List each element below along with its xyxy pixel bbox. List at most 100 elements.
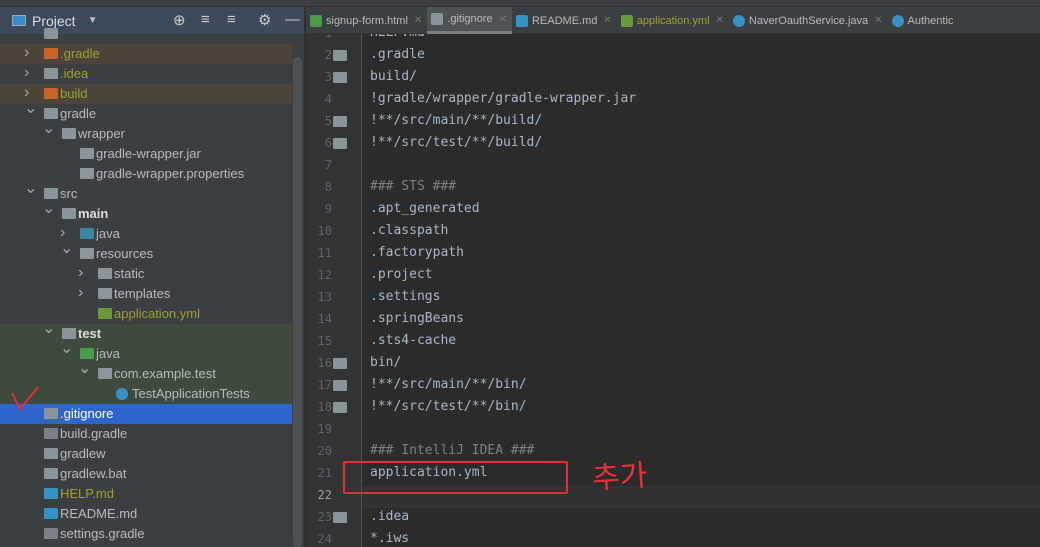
- chevron-down-icon[interactable]: ⌄: [24, 179, 37, 199]
- tree-item[interactable]: gradle-wrapper.jar: [0, 144, 292, 164]
- line-number: 19: [317, 422, 332, 436]
- chevron-down-icon[interactable]: ⌄: [42, 119, 55, 139]
- chevron-down-icon[interactable]: ⌄: [60, 339, 73, 359]
- line-number: 1: [306, 34, 332, 44]
- code-line: !**/src/main/**/bin/: [370, 377, 527, 392]
- spring-yml-icon: [620, 14, 633, 27]
- chevron-down-icon[interactable]: ⌄: [24, 99, 37, 119]
- folder-icon: [62, 128, 76, 139]
- tree-item[interactable]: build.gradle: [0, 424, 292, 444]
- tree-item-label: main: [78, 206, 109, 221]
- folder-icon: [44, 28, 58, 39]
- tree-item[interactable]: ⌄ main: [0, 200, 292, 224]
- class-icon: [116, 388, 128, 400]
- tree-item[interactable]: gradlew.bat: [0, 464, 292, 484]
- tree-item-label: static: [114, 266, 145, 281]
- tree-item[interactable]: › java: [0, 224, 292, 244]
- tree-scrollbar[interactable]: [293, 57, 302, 547]
- tree-item[interactable]: ⌄ test: [0, 320, 292, 344]
- tree-item[interactable]: ⌄ java: [0, 340, 292, 364]
- code-line: !**/src/test/**/build/: [370, 135, 543, 150]
- chevron-right-icon[interactable]: ›: [6, 543, 11, 547]
- editor-tab[interactable]: .gitignore ✕: [427, 7, 512, 34]
- tree-item-label: gradlew.bat: [60, 466, 127, 481]
- editor-tab[interactable]: application.yml ✕: [617, 7, 729, 34]
- tree-item[interactable]: ⌄ com.example.test: [0, 360, 292, 384]
- chevron-down-icon[interactable]: ⌄: [60, 239, 73, 259]
- tree-item[interactable]: › static: [0, 264, 292, 284]
- editor-tab[interactable]: signup-form.html ✕: [306, 7, 427, 34]
- tree-item[interactable]: README.md: [0, 504, 292, 524]
- line-number: 3: [324, 70, 332, 84]
- close-icon[interactable]: ✕: [874, 15, 882, 26]
- tree-item[interactable]: ⌄ resources: [0, 240, 292, 264]
- tree-item-label: .idea: [60, 66, 89, 81]
- chevron-right-icon[interactable]: ›: [78, 263, 83, 283]
- shell-icon: [44, 448, 58, 459]
- close-icon[interactable]: ✕: [414, 15, 422, 26]
- code-line: ### IntelliJ IDEA ###: [370, 443, 535, 458]
- tree-item[interactable]: TestApplicationTests: [0, 384, 292, 404]
- tree-item[interactable]: ⌄ wrapper: [0, 120, 292, 144]
- chevron-down-icon[interactable]: ⌄: [42, 199, 55, 219]
- tree-item[interactable]: settings.gradle: [0, 524, 292, 544]
- chevron-down-icon[interactable]: ⌄: [78, 359, 91, 379]
- line-number: 23: [317, 510, 332, 524]
- tree-item-label: build.gradle: [60, 426, 128, 441]
- code-line: !**/src/test/**/bin/: [370, 399, 527, 414]
- title-strip: [0, 0, 1040, 7]
- code-line: .springBeans: [370, 311, 464, 326]
- folder-icon: [333, 116, 347, 127]
- chevron-right-icon[interactable]: ›: [24, 43, 29, 63]
- jar-file-icon: [80, 148, 94, 159]
- tree-item[interactable]: › .gradle: [0, 44, 292, 64]
- chevron-right-icon[interactable]: ›: [24, 63, 29, 83]
- code-line: ### STS ###: [370, 179, 457, 194]
- code-line: *.iws: [370, 531, 410, 546]
- line-number: 20: [317, 444, 332, 458]
- module-folder-icon: [62, 208, 76, 219]
- close-icon[interactable]: ✕: [499, 14, 507, 25]
- resources-folder-icon: [80, 248, 94, 259]
- folder-icon: [333, 72, 347, 83]
- properties-file-icon: [80, 168, 94, 179]
- line-number: 10: [317, 224, 332, 238]
- ignore-file-icon: [44, 408, 58, 419]
- test-folder-icon: [80, 348, 94, 359]
- folder-icon: [98, 268, 112, 279]
- tree-item[interactable]: .gitignore: [0, 404, 292, 424]
- line-number: 24: [317, 532, 332, 546]
- code-line: .classpath: [370, 223, 449, 238]
- tree-item[interactable]: › templates: [0, 284, 292, 304]
- editor-tab[interactable]: Authentic: [888, 7, 959, 34]
- close-icon[interactable]: ✕: [716, 15, 724, 26]
- editor-tab[interactable]: README.md ✕: [512, 7, 617, 34]
- gradle-icon: [44, 428, 58, 439]
- line-number: 15: [317, 334, 332, 348]
- close-icon[interactable]: ✕: [603, 15, 611, 26]
- tree-item-label: wrapper: [78, 126, 125, 141]
- code-line: .factorypath: [370, 245, 464, 260]
- tree-item[interactable]: gradle-wrapper.properties: [0, 164, 292, 184]
- line-number: 2: [324, 48, 332, 62]
- folder-icon: [333, 512, 347, 523]
- chevron-right-icon[interactable]: ›: [78, 283, 83, 303]
- tree-item[interactable]: HELP.md: [0, 484, 292, 504]
- class-icon: [732, 14, 745, 27]
- tree-item[interactable]: [0, 24, 292, 44]
- line-number: 9: [324, 202, 332, 216]
- tree-item[interactable]: › build: [0, 84, 292, 104]
- tree-item[interactable]: › .idea: [0, 64, 292, 84]
- editor-tab[interactable]: NaverOauthService.java ✕: [729, 7, 888, 34]
- chevron-down-icon[interactable]: ⌄: [42, 319, 55, 339]
- line-number: 8: [324, 180, 332, 194]
- tab-label: signup-form.html: [326, 14, 408, 27]
- tree-item[interactable]: gradlew: [0, 444, 292, 464]
- tab-label: .gitignore: [447, 13, 493, 25]
- tree-item-label: .gradle: [60, 46, 100, 61]
- tab-label: README.md: [531, 14, 598, 27]
- folder-icon: [44, 68, 58, 79]
- gradle-icon: [44, 528, 58, 539]
- tree-item-label: build: [60, 86, 88, 101]
- folder-icon: [98, 288, 112, 299]
